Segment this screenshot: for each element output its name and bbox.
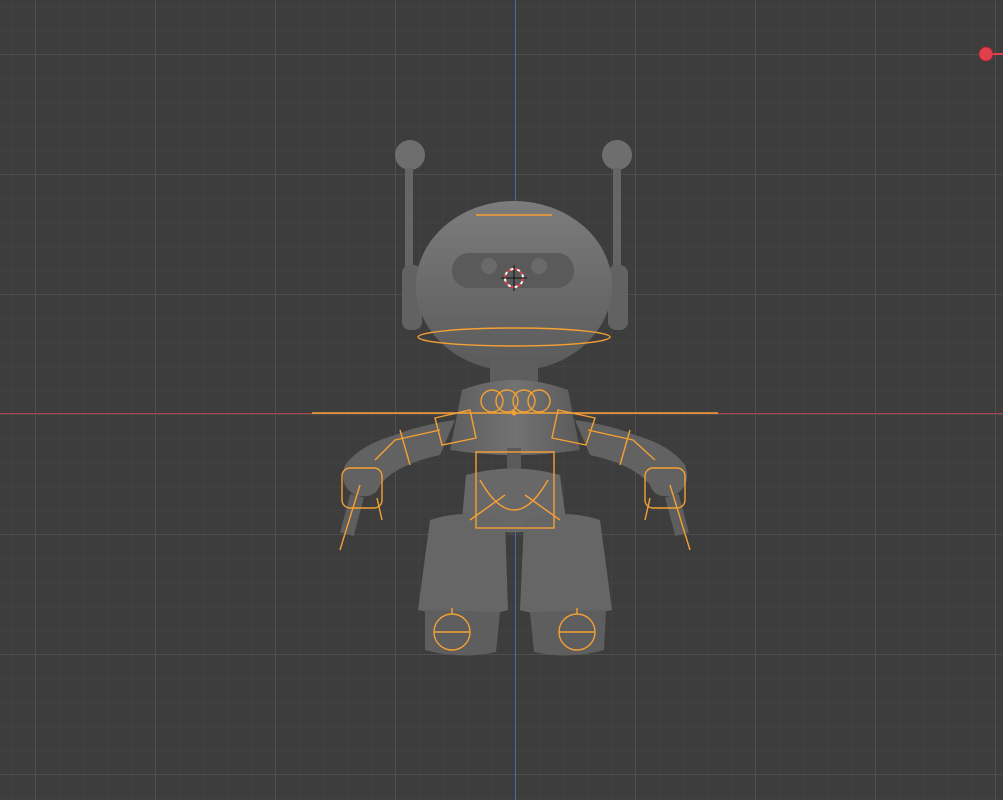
3d-viewport[interactable] (0, 0, 1003, 800)
leg-left[interactable] (418, 514, 508, 656)
eye-left (481, 258, 497, 274)
visor (452, 253, 574, 288)
navigation-gizmo-x-icon[interactable] (977, 45, 1003, 63)
object-origin-icon (511, 410, 517, 416)
torso[interactable] (450, 360, 580, 533)
leg-right[interactable] (520, 514, 612, 656)
antenna-left[interactable] (395, 140, 425, 278)
antenna-right[interactable] (602, 140, 632, 278)
robot-model[interactable] (0, 0, 1003, 800)
eye-right (531, 258, 547, 274)
